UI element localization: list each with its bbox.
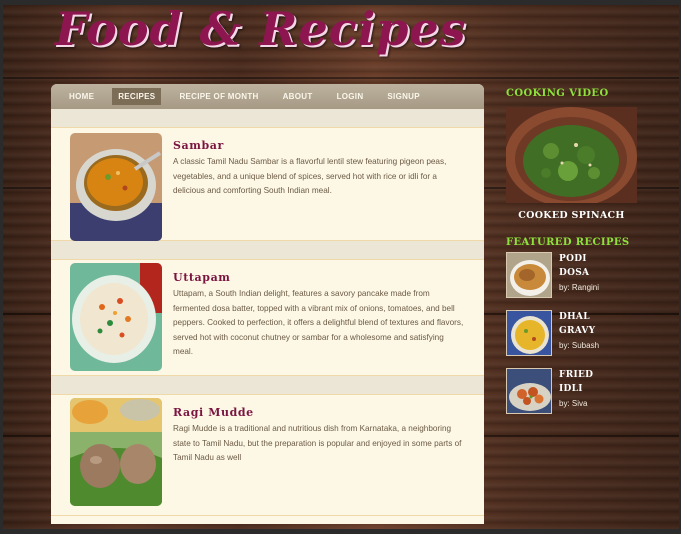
featured-name-line: IDLI: [559, 384, 583, 394]
nav-login[interactable]: LOGIN: [331, 88, 370, 105]
ragi-mudde-image[interactable]: [70, 398, 162, 506]
wood-plank-line: [3, 77, 679, 79]
fried-idli-image[interactable]: [506, 368, 552, 414]
cooking-video-caption[interactable]: COOKED SPINACH: [506, 210, 637, 221]
divider: [51, 241, 484, 260]
featured-name-line: DOSA: [559, 268, 590, 278]
post-title[interactable]: Sambar: [173, 139, 224, 152]
featured-name-line: FRIED: [559, 370, 594, 380]
dhal-gravy-image[interactable]: [506, 310, 552, 356]
post-title[interactable]: Ragi Mudde: [173, 406, 254, 419]
featured-recipe-name[interactable]: PODI DOSA: [559, 252, 619, 280]
recipe-post: Ragi Mudde Ragi Mudde is a traditional a…: [51, 395, 484, 516]
main-nav: HOME RECIPES RECIPE OF MONTH ABOUT LOGIN…: [51, 84, 484, 109]
divider: [51, 376, 484, 395]
nav-home[interactable]: HOME: [63, 88, 100, 105]
featured-recipe-author: by: Subash: [559, 341, 600, 350]
content-panel: HOME RECIPES RECIPE OF MONTH ABOUT LOGIN…: [51, 84, 484, 524]
recipe-post: Sambar A classic Tamil Nadu Sambar is a …: [51, 128, 484, 241]
nav-recipes[interactable]: RECIPES: [112, 88, 162, 105]
recipe-post: Uttapam Uttapam, a South Indian delight,…: [51, 260, 484, 376]
featured-recipe-item[interactable]: PODI DOSA by: Rangini: [506, 252, 646, 302]
cooking-video-heading: COOKING VIDEO: [506, 88, 609, 99]
post-title[interactable]: Uttapam: [173, 271, 231, 284]
uttapam-image[interactable]: [70, 263, 162, 371]
featured-recipe-item[interactable]: DHAL GRAVY by: Subash: [506, 310, 646, 360]
featured-recipe-author: by: Siva: [559, 399, 588, 408]
featured-recipe-item[interactable]: FRIED IDLI by: Siva: [506, 368, 646, 418]
post-description: Ragi Mudde is a traditional and nutritio…: [173, 424, 462, 463]
featured-name-line: DHAL: [559, 312, 590, 322]
post-description: Uttapam, a South Indian delight, feature…: [173, 289, 464, 357]
site-logo[interactable]: Food & Recipes: [55, 2, 467, 56]
featured-recipe-name[interactable]: FRIED IDLI: [559, 368, 619, 396]
featured-recipe-name[interactable]: DHAL GRAVY: [559, 310, 619, 338]
nav-about[interactable]: ABOUT: [277, 88, 319, 105]
post-description: A classic Tamil Nadu Sambar is a flavorf…: [173, 157, 447, 196]
featured-recipes-heading: FEATURED RECIPES: [506, 237, 630, 248]
featured-name-line: PODI: [559, 254, 587, 264]
sambar-image[interactable]: [70, 133, 162, 241]
nav-recipe-of-month[interactable]: RECIPE OF MONTH: [173, 88, 264, 105]
featured-name-line: GRAVY: [559, 326, 596, 336]
divider: [51, 109, 484, 128]
nav-signup[interactable]: SIGNUP: [381, 88, 425, 105]
cooking-video-thumbnail[interactable]: [506, 107, 637, 203]
podi-dosa-image[interactable]: [506, 252, 552, 298]
featured-recipe-author: by: Rangini: [559, 283, 600, 292]
